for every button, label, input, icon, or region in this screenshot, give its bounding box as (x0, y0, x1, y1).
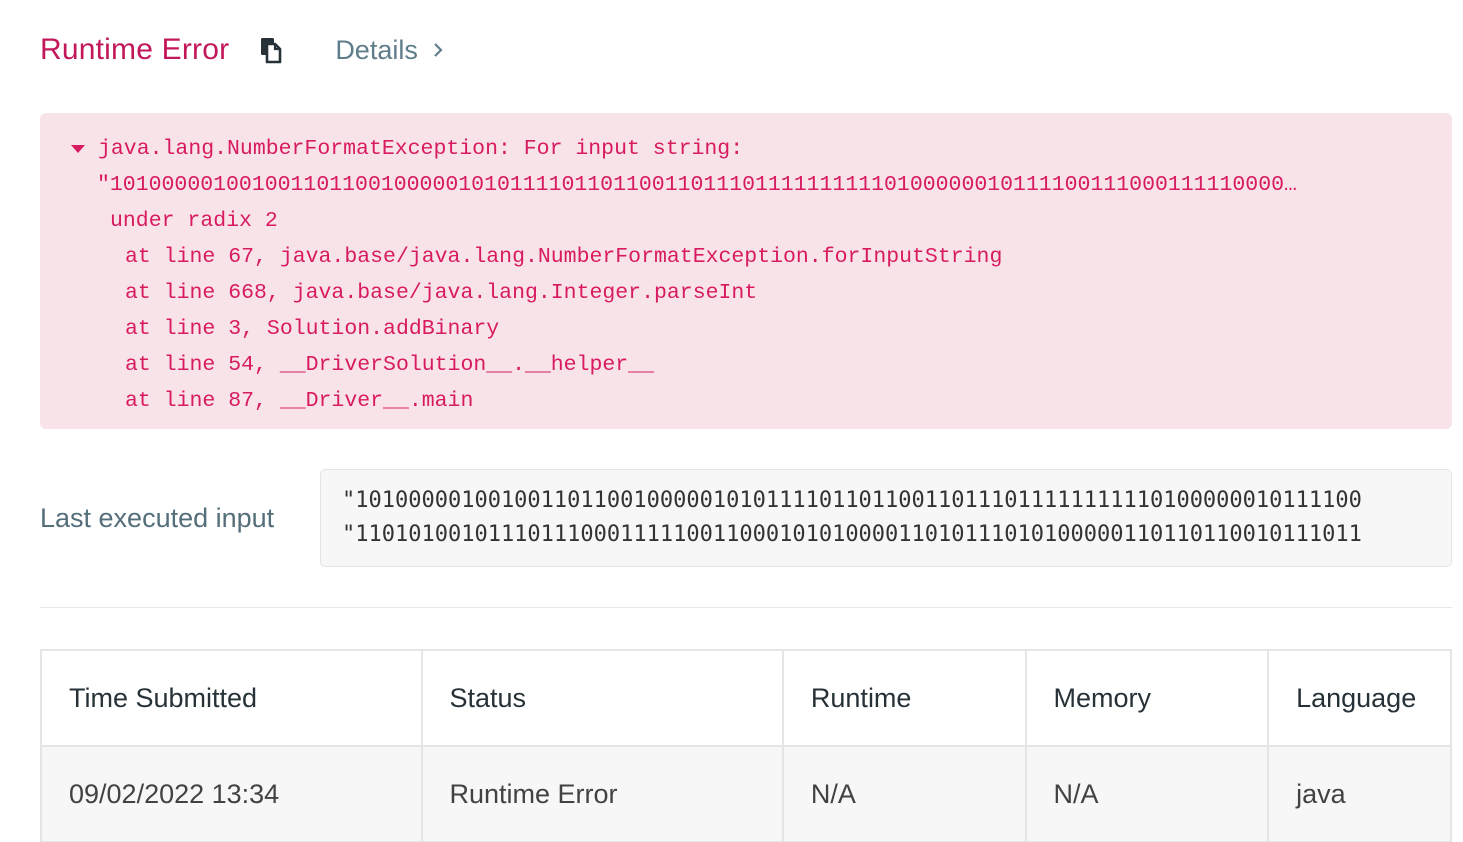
stack-trace-line: at line 67, java.base/java.lang.NumberFo… (70, 239, 1422, 275)
table-header-row: Time Submitted Status Runtime Memory Lan… (40, 649, 1452, 747)
cell-memory: N/A (1024, 745, 1270, 842)
error-line: "101000001001001101100100000101011110110… (70, 167, 1422, 203)
copy-icon[interactable] (257, 34, 285, 66)
cell-time-submitted: 09/02/2022 13:34 (40, 745, 423, 842)
collapse-triangle-icon[interactable] (71, 145, 85, 153)
stack-trace-line: at line 3, Solution.addBinary (70, 311, 1422, 347)
last-executed-input-row: Last executed input "1010000010010011011… (40, 469, 1452, 567)
column-header-time: Time Submitted (40, 649, 423, 747)
result-header: Runtime Error Details (40, 28, 444, 72)
error-message-panel: java.lang.NumberFormatException: For inp… (40, 113, 1452, 429)
error-exception-text: java.lang.NumberFormatException: For inp… (98, 137, 744, 161)
stack-trace-text: at line 3, Solution.addBinary (125, 317, 500, 341)
details-link[interactable]: Details (335, 35, 444, 66)
column-header-memory: Memory (1024, 649, 1270, 747)
table-row: 09/02/2022 13:34 Runtime Error N/A N/A j… (40, 745, 1452, 842)
last-input-label: Last executed input (40, 502, 275, 533)
stack-trace-line: at line 668, java.base/java.lang.Integer… (70, 275, 1422, 311)
cell-status-link[interactable]: Runtime Error (420, 745, 784, 842)
result-title: Runtime Error (40, 33, 230, 66)
column-header-runtime: Runtime (781, 649, 1027, 747)
chevron-right-icon (432, 42, 444, 58)
stack-trace-line: at line 87, __Driver__.main (70, 383, 1422, 419)
column-header-language: Language (1267, 649, 1452, 747)
error-input-string: "101000001001001101100100000101011110110… (97, 173, 1297, 197)
last-input-box[interactable]: "101000001001001101100100000101011110110… (320, 469, 1452, 567)
stack-trace-text: at line 87, __Driver__.main (125, 389, 474, 413)
stack-trace-text: at line 67, java.base/java.lang.NumberFo… (125, 245, 1003, 269)
stack-trace-text: at line 668, java.base/java.lang.Integer… (125, 281, 758, 305)
error-line: under radix 2 (70, 203, 1422, 239)
cell-runtime: N/A (781, 745, 1027, 842)
column-header-status: Status (420, 649, 784, 747)
cell-language: java (1267, 745, 1452, 842)
last-input-line: "110101001011101110001111100110001010100… (342, 522, 1362, 547)
stack-trace-line: at line 54, __DriverSolution__.__helper_… (70, 347, 1422, 383)
divider (40, 607, 1452, 608)
error-radix-text: under radix 2 (110, 209, 278, 233)
error-line: java.lang.NumberFormatException: For inp… (70, 131, 1422, 167)
last-input-line: "101000001001001101100100000101011110110… (342, 488, 1362, 513)
stack-trace-text: at line 54, __DriverSolution__.__helper_… (125, 353, 654, 377)
details-label: Details (335, 34, 418, 65)
submissions-table: Time Submitted Status Runtime Memory Lan… (40, 649, 1452, 842)
